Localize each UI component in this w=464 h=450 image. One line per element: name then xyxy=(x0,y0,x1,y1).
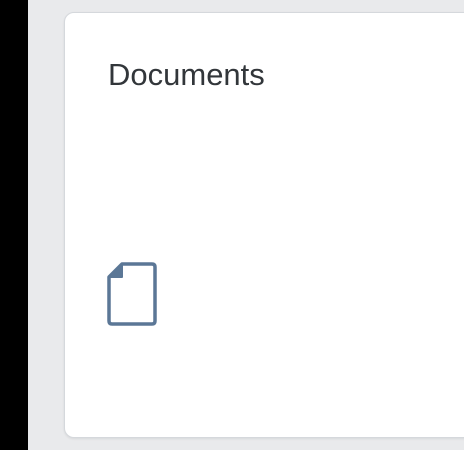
tile-title: Documents xyxy=(108,57,265,92)
documents-tile[interactable]: Documents xyxy=(64,12,464,438)
document-icon xyxy=(106,260,158,328)
launchpad-canvas: Documents xyxy=(28,0,464,450)
